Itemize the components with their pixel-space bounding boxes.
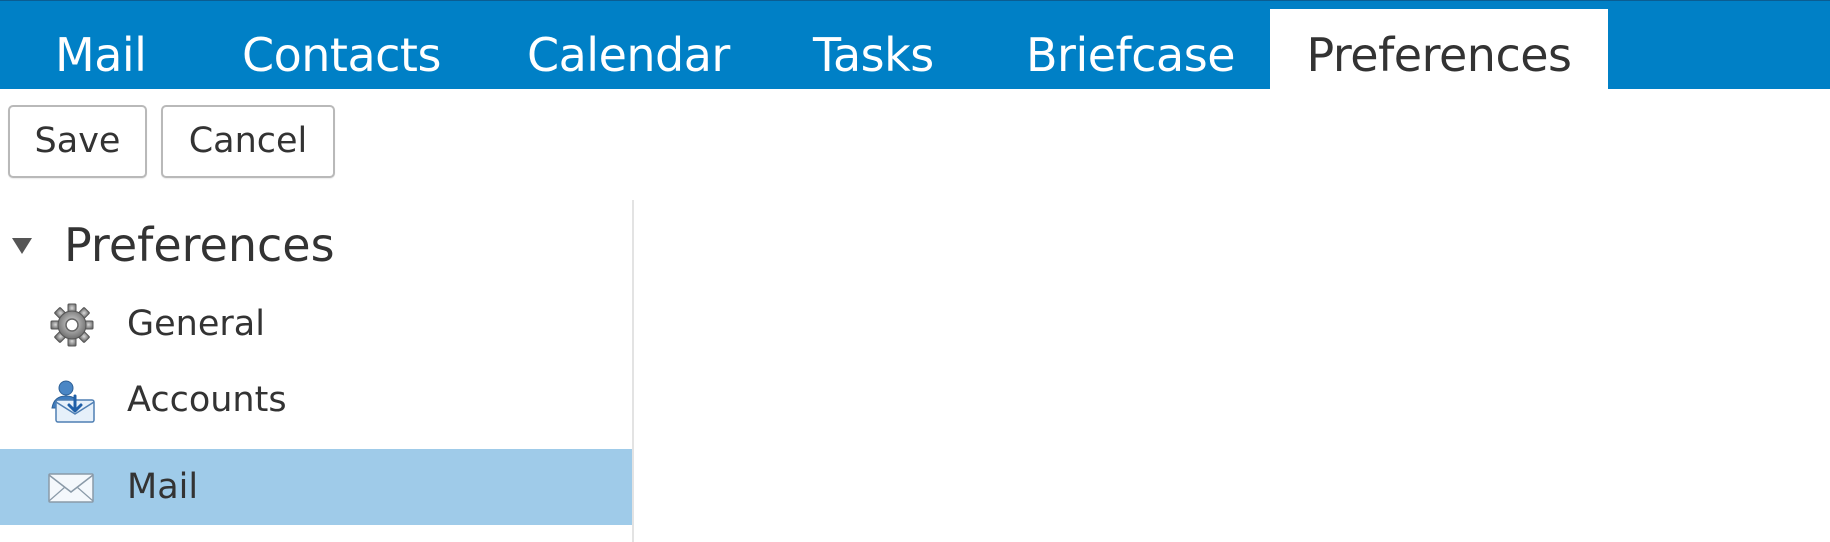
tree-item-label: General — [127, 304, 265, 344]
tree-root-preferences[interactable]: Preferences — [0, 210, 632, 280]
preferences-tree: Preferences General Accounts Mail — [0, 200, 634, 542]
tree-item-label: Mail — [127, 467, 199, 507]
gear-icon — [46, 302, 98, 348]
tree-item-general[interactable]: General — [0, 286, 632, 362]
cancel-button[interactable]: Cancel — [161, 105, 335, 178]
tab-tasks[interactable]: Tasks — [813, 9, 934, 90]
tree-root-label: Preferences — [64, 218, 335, 272]
tab-calendar[interactable]: Calendar — [527, 9, 730, 90]
tab-contacts[interactable]: Contacts — [242, 9, 441, 90]
envelope-icon — [46, 465, 98, 511]
tree-item-label: Accounts — [127, 380, 287, 420]
tree-item-accounts[interactable]: Accounts — [0, 362, 632, 438]
tab-mail[interactable]: Mail — [55, 9, 147, 90]
tab-preferences[interactable]: Preferences — [1270, 9, 1608, 90]
preferences-content-area — [636, 200, 1830, 542]
tree-item-mail[interactable]: Mail — [0, 449, 632, 525]
save-button[interactable]: Save — [8, 105, 147, 178]
app-tab-bar: Mail Contacts Calendar Tasks Briefcase P… — [0, 0, 1830, 90]
tab-briefcase[interactable]: Briefcase — [1026, 9, 1236, 90]
accounts-icon — [46, 378, 98, 424]
caret-down-icon[interactable] — [12, 238, 32, 254]
